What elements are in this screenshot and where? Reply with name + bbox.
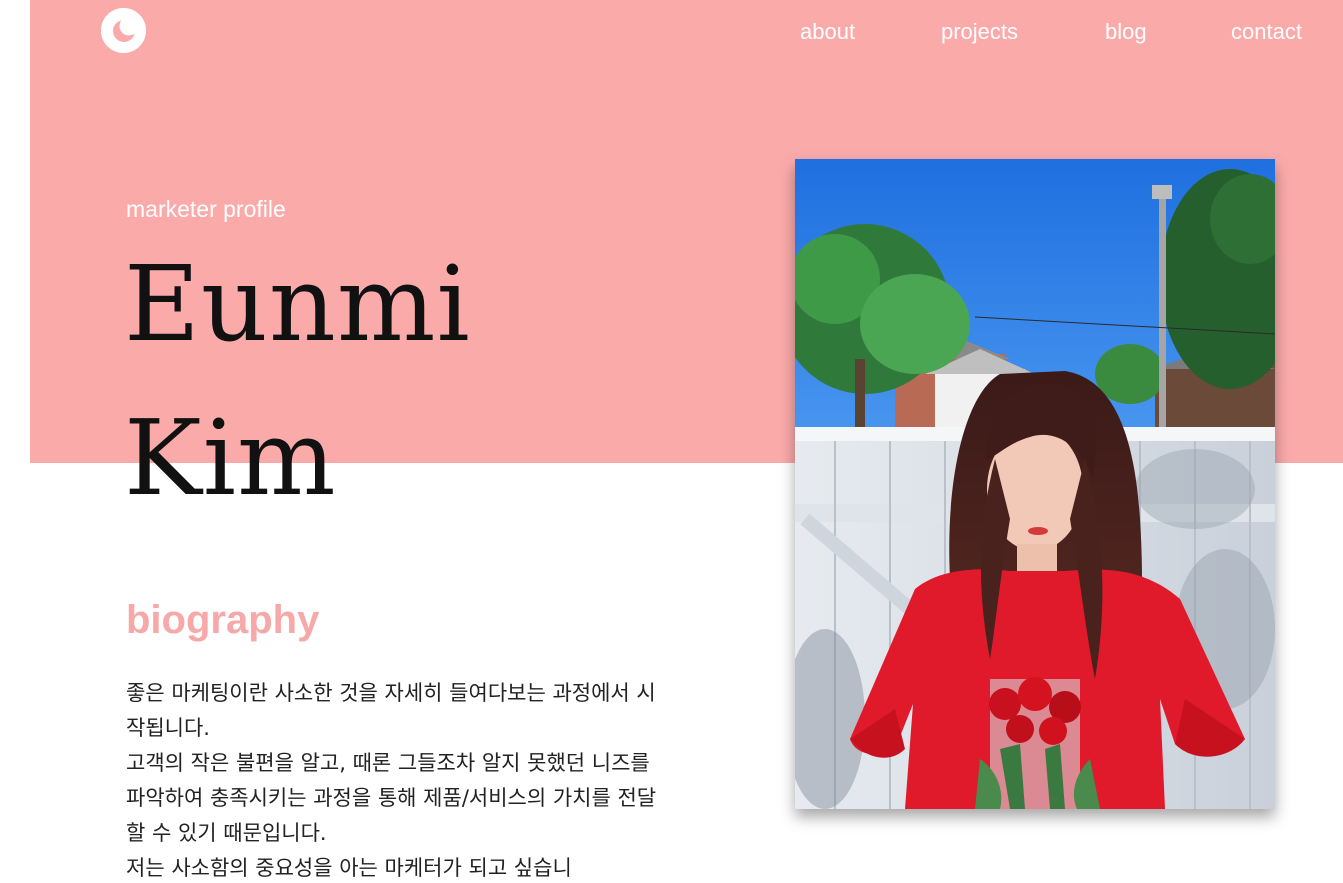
main-nav: about projects blog contact: [0, 18, 1343, 48]
biography-heading: biography: [126, 598, 320, 642]
hero-subtitle: marketer profile: [126, 196, 286, 222]
profile-photo-illustration: [795, 159, 1275, 809]
first-name-heading: Eunmi: [124, 243, 471, 365]
profile-photo: [795, 159, 1275, 809]
nav-link-contact[interactable]: contact: [1231, 18, 1302, 46]
biography-paragraph: 저는 사소함의 중요성을 아는 마케터가 되고 싶습니: [126, 856, 572, 880]
last-name-heading: Kim: [124, 397, 337, 519]
profile-page: about projects blog contact marketer pro…: [0, 0, 1343, 883]
biography-paragraph: 좋은 마케팅이란 사소한 것을 자세히 들여다보는 과정에서 시작됩니다.: [126, 681, 656, 740]
nav-link-about[interactable]: about: [800, 18, 855, 46]
biography-paragraph: 고객의 작은 불편을 알고, 때론 그들조차 알지 못했던 니즈를 파악하여 충…: [126, 751, 657, 845]
nav-link-blog[interactable]: blog: [1105, 18, 1147, 46]
nav-link-projects[interactable]: projects: [941, 18, 1018, 46]
biography-text: 좋은 마케팅이란 사소한 것을 자세히 들여다보는 과정에서 시작됩니다. 고객…: [126, 676, 674, 883]
